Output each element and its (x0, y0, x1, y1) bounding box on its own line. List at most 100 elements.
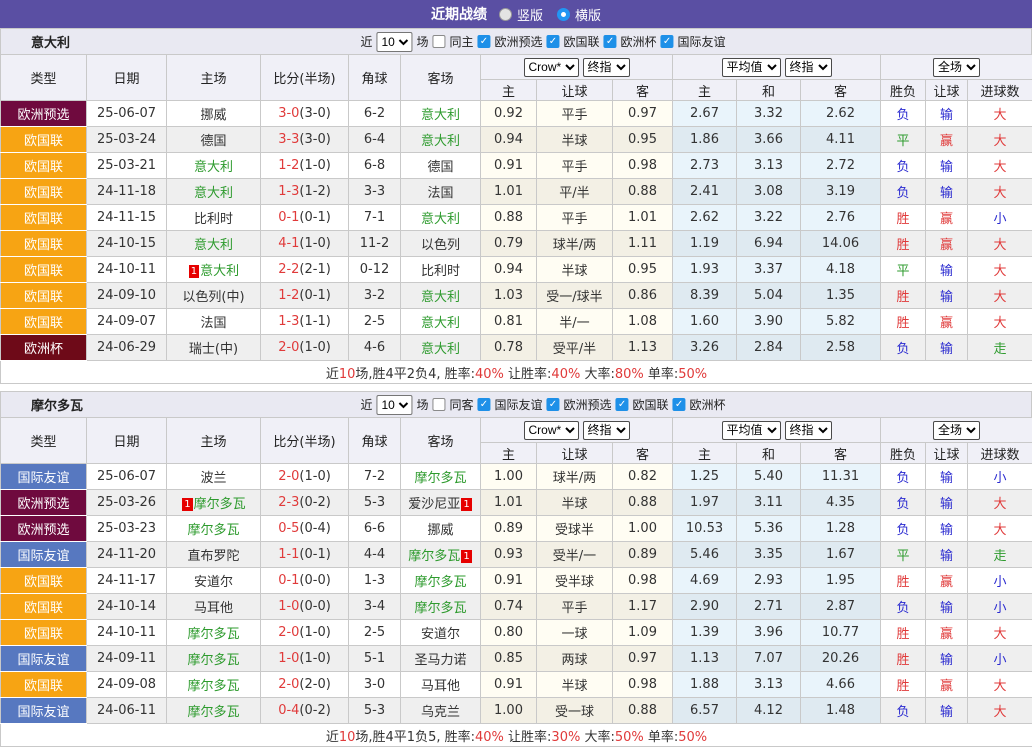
summary-segment: 单率: (644, 367, 679, 382)
handicap-odds-cell: 球半/两 (537, 464, 613, 490)
odds-time-select[interactable]: 终指 (583, 58, 630, 77)
competition-checkbox[interactable]: ✓ (661, 35, 674, 48)
winlose-result-cell: 负 (881, 516, 926, 542)
fulltime-score: 0-4 (278, 703, 299, 718)
avg-source-select[interactable]: 平均值 (722, 58, 781, 77)
handicap-odds-cell: 1.17 (613, 594, 673, 620)
corners-cell: 5-3 (349, 490, 401, 516)
europe-odds-cell: 2.90 (673, 594, 737, 620)
match-row: 国际友谊24-11-20直布罗陀1-1(0-1)4-4摩尔多瓦10.93受半/一… (1, 542, 1032, 568)
halftime-score: (1-0) (299, 651, 330, 666)
avg-time-select[interactable]: 终指 (785, 58, 832, 77)
europe-odds-cell: 2.84 (737, 335, 801, 361)
handicap-result-cell: 输 (926, 464, 968, 490)
score-cell: 3-0(3-0) (261, 101, 349, 127)
europe-odds-cell: 2.93 (737, 568, 801, 594)
match-row: 欧国联24-09-08摩尔多瓦2-0(2-0)3-0马耳他0.91半球0.981… (1, 672, 1032, 698)
match-count-select[interactable]: 10 (376, 395, 412, 415)
europe-odds-cell: 1.95 (801, 568, 881, 594)
corners-cell: 6-2 (349, 101, 401, 127)
handicap-odds-cell: 0.89 (481, 516, 537, 542)
handicap-odds-cell: 平手 (537, 101, 613, 127)
away-team-name: 意大利 (421, 342, 460, 357)
date-cell: 24-11-17 (87, 568, 167, 594)
odds-time-select[interactable]: 终指 (583, 421, 630, 440)
competition-checkbox[interactable]: ✓ (477, 35, 490, 48)
same-side-checkbox[interactable] (432, 35, 445, 48)
section-header-moldova: 摩尔多瓦近10场同客✓国际友谊✓欧洲预选✓欧国联✓欧洲杯 (0, 391, 1032, 417)
competition-cell: 国际友谊 (1, 542, 87, 568)
summary-segment: 40% (475, 367, 504, 382)
summary-segment: 近 (326, 730, 339, 745)
home-team-name: 瑞士(中) (189, 342, 238, 357)
page-title: 近期战绩 (431, 4, 487, 24)
fulltime-score: 3-0 (278, 106, 299, 121)
away-team-name: 意大利 (421, 108, 460, 123)
winlose-result-cell: 平 (881, 542, 926, 568)
away-team-cell: 安道尔 (401, 620, 481, 646)
rank-badge: 1 (189, 265, 199, 278)
score-cell: 3-3(3-0) (261, 127, 349, 153)
handicap-odds-cell: 1.01 (481, 490, 537, 516)
away-team-name: 摩尔多瓦 (414, 471, 466, 486)
scope-select[interactable]: 全场 (933, 58, 980, 77)
competition-checkbox[interactable]: ✓ (616, 398, 629, 411)
competition-checkbox[interactable]: ✓ (673, 398, 686, 411)
scope-group: 全场 (881, 55, 1032, 80)
avg-source-select[interactable]: 平均值 (722, 421, 781, 440)
europe-odds-cell: 3.96 (737, 620, 801, 646)
horizontal-layout-radio[interactable]: 横版 (557, 5, 601, 24)
handicap-odds-cell: 平手 (537, 153, 613, 179)
halftime-score: (1-0) (299, 469, 330, 484)
handicap-odds-cell: 半球 (537, 257, 613, 283)
sub-col-header: 主 (481, 80, 537, 101)
competition-checkbox[interactable]: ✓ (604, 35, 617, 48)
match-row: 欧洲预选25-03-261摩尔多瓦2-3(0-2)5-3爱沙尼亚11.01半球0… (1, 490, 1032, 516)
same-side-label: 同主 (449, 33, 473, 50)
odds-source-select[interactable]: Crow* (524, 58, 579, 77)
europe-odds-cell: 2.87 (801, 594, 881, 620)
home-team-name: 意大利 (200, 264, 239, 279)
odds-source-select[interactable]: Crow* (524, 421, 579, 440)
sub-col-header: 让球 (537, 80, 613, 101)
fulltime-score: 2-0 (278, 469, 299, 484)
scope-select[interactable]: 全场 (933, 421, 980, 440)
sub-col-header: 客 (613, 80, 673, 101)
fulltime-score: 1-3 (278, 314, 299, 329)
europe-odds-cell: 7.07 (737, 646, 801, 672)
handicap-odds-cell: 受半球 (537, 568, 613, 594)
home-team-cell: 1摩尔多瓦 (167, 490, 261, 516)
europe-odds-cell: 5.36 (737, 516, 801, 542)
competition-label: 欧洲杯 (621, 33, 657, 50)
europe-odds-cell: 1.67 (801, 542, 881, 568)
vertical-layout-radio[interactable]: 竖版 (499, 5, 543, 24)
rank-badge: 1 (182, 498, 192, 511)
handicap-odds-cell: 0.78 (481, 335, 537, 361)
same-side-checkbox[interactable] (432, 398, 445, 411)
handicap-odds-cell: 1.08 (613, 309, 673, 335)
competition-checkbox[interactable]: ✓ (477, 398, 490, 411)
competition-label: 欧国联 (633, 396, 669, 413)
summary-row: 近10场,胜4平1负5, 胜率:40% 让胜率:30% 大率:50% 单率:50… (1, 724, 1032, 747)
match-count-select[interactable]: 10 (376, 32, 412, 52)
match-row: 欧洲预选25-03-23摩尔多瓦0-5(0-4)6-6挪威0.89受球半1.00… (1, 516, 1032, 542)
away-team-name: 德国 (427, 160, 453, 175)
away-team-cell: 意大利 (401, 101, 481, 127)
handicap-odds-cell: 0.74 (481, 594, 537, 620)
summary-segment: 场,胜4平1负5, 胜率: (355, 730, 475, 745)
europe-odds-cell: 2.76 (801, 205, 881, 231)
competition-label: 国际友谊 (494, 396, 542, 413)
away-team-cell: 意大利 (401, 283, 481, 309)
winlose-result-cell: 负 (881, 594, 926, 620)
europe-odds-cell: 5.46 (673, 542, 737, 568)
home-team-name: 马耳他 (194, 601, 233, 616)
avg-time-select[interactable]: 终指 (785, 421, 832, 440)
competition-checkbox[interactable]: ✓ (547, 398, 560, 411)
competition-checkbox[interactable]: ✓ (547, 35, 560, 48)
date-cell: 25-03-23 (87, 516, 167, 542)
handicap-odds-group: Crow*终指 (481, 418, 673, 443)
goals-result-cell: 大 (968, 309, 1032, 335)
handicap-odds-cell: 0.98 (613, 568, 673, 594)
sub-col-header: 让球 (926, 443, 968, 464)
goals-result-cell: 大 (968, 490, 1032, 516)
